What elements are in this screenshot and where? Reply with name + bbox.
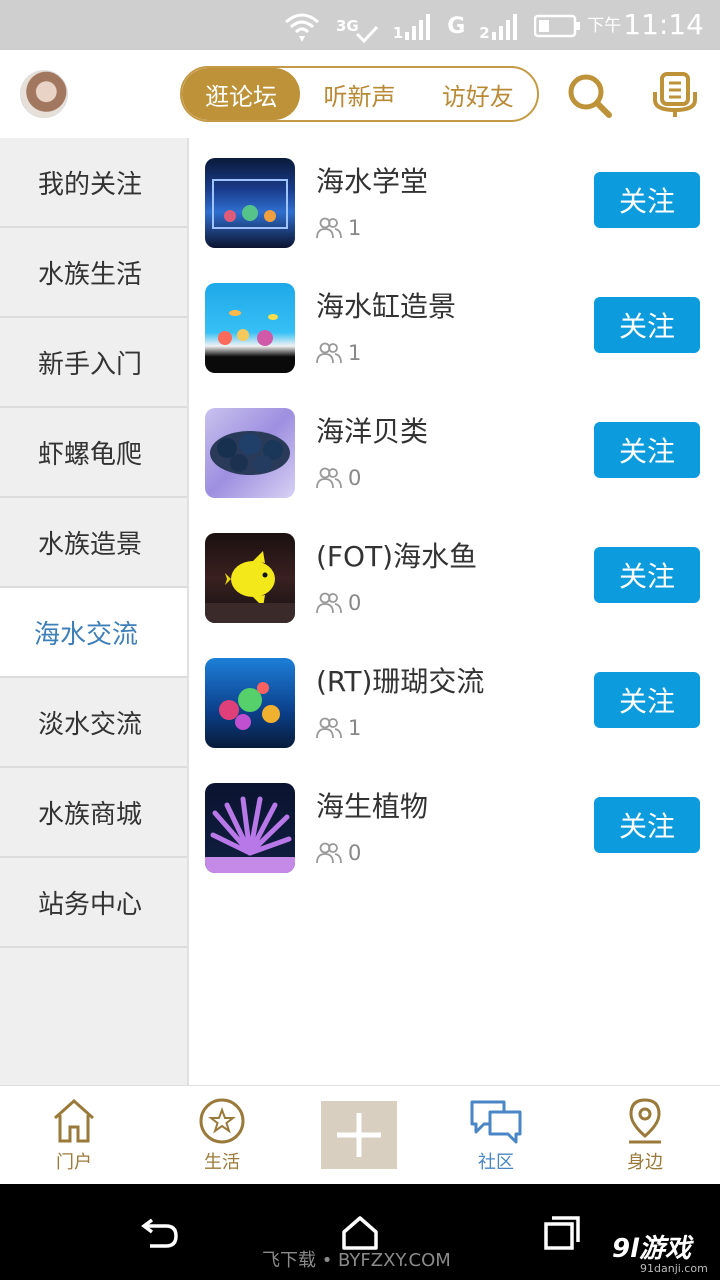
follower-count: 0 (316, 466, 361, 490)
avatar[interactable] (20, 70, 68, 118)
nav-item-portal[interactable]: 门户 (24, 1096, 124, 1174)
forum-name: (FOT)海水鱼 (316, 540, 478, 573)
segmented-tabs: 逛论坛 听新声 访好友 (180, 66, 539, 122)
follow-button[interactable]: 关注 (594, 547, 700, 603)
corner-logo-url: 91danji.com (640, 1262, 708, 1275)
watermark-text: 飞下载 • BYFZXY.COM (262, 1250, 451, 1271)
users-icon (316, 467, 342, 489)
tab-visit-friends[interactable]: 访好友 (419, 68, 537, 120)
sidebar-item-beginners[interactable]: 新手入门 (0, 318, 187, 408)
status-bar: 3G 1 G 2 下午11:14 (0, 0, 720, 50)
follower-count-value: 0 (348, 466, 362, 490)
list-item[interactable]: (RT)珊瑚交流 1 关注 (191, 638, 720, 763)
forum-name: 海水学堂 (316, 165, 429, 198)
tab-browse-forum[interactable]: 逛论坛 (182, 68, 301, 120)
forum-name: 海水缸造景 (316, 290, 457, 323)
check-icon (355, 25, 378, 44)
nav-label: 生活 (204, 1152, 240, 1173)
search-icon[interactable] (565, 70, 615, 120)
follow-button[interactable]: 关注 (594, 172, 700, 228)
sidebar-item-aquarium-life[interactable]: 水族生活 (0, 228, 187, 318)
follower-count: 0 (316, 841, 361, 865)
list-item[interactable]: 海水缸造景 1 关注 (191, 263, 720, 388)
follower-count-value: 1 (348, 716, 362, 740)
wifi-icon (285, 13, 319, 42)
forum-thumbnail (205, 533, 295, 623)
sidebar-item-store[interactable]: 水族商城 (0, 768, 187, 858)
follower-count-value: 0 (348, 841, 362, 865)
users-icon (316, 717, 342, 739)
follower-count-value: 1 (348, 341, 362, 365)
corner-logo: 9l游戏 (612, 1234, 692, 1264)
category-sidebar: 我的关注 水族生活 新手入门 虾螺龟爬 水族造景 海水交流 淡水交流 水族商城 … (0, 138, 189, 1085)
users-icon (316, 342, 342, 364)
status-icons: 3G 1 G 2 (282, 6, 582, 46)
follower-count: 1 (316, 341, 361, 365)
status-time: 下午11:14 (587, 8, 704, 41)
forum-name: 海洋贝类 (316, 415, 429, 448)
time-value: 11:14 (623, 8, 704, 41)
network-g-label: G (447, 13, 466, 39)
recent-apps-icon[interactable] (540, 1212, 584, 1252)
nav-item-nearby[interactable]: 身边 (595, 1096, 695, 1174)
star-icon (199, 1098, 245, 1144)
bottom-nav: 门户 生活 社区 身边 (0, 1085, 720, 1184)
sidebar-item-site-center[interactable]: 站务中心 (0, 858, 187, 948)
follower-count: 0 (316, 591, 361, 615)
follower-count-value: 1 (348, 216, 362, 240)
list-item[interactable]: 海洋贝类 0 关注 (191, 388, 720, 513)
forum-thumbnail (205, 158, 295, 248)
signal-1-label: 1 (392, 24, 404, 42)
nav-label: 门户 (56, 1152, 92, 1173)
forum-thumbnail (205, 408, 295, 498)
forum-name: 海生植物 (316, 790, 429, 823)
nav-label: 社区 (478, 1152, 514, 1173)
plus-icon (337, 1113, 381, 1157)
list-item[interactable]: 海生植物 0 关注 (191, 763, 720, 888)
nav-label: 身边 (627, 1152, 663, 1173)
follower-count-value: 0 (348, 591, 362, 615)
follow-button[interactable]: 关注 (594, 672, 700, 728)
sidebar-item-freshwater[interactable]: 淡水交流 (0, 678, 187, 768)
users-icon (316, 592, 342, 614)
forum-list: 海水学堂 1 关注 海水缸造景 1 关注 海洋贝类 0 关注 (FOT)海水鱼 … (191, 138, 720, 888)
location-pin-icon (629, 1098, 661, 1144)
list-item[interactable]: (FOT)海水鱼 0 关注 (191, 513, 720, 638)
users-icon (316, 217, 342, 239)
time-prefix: 下午 (587, 16, 622, 36)
follow-button[interactable]: 关注 (594, 422, 700, 478)
follower-count: 1 (316, 716, 361, 740)
sidebar-item-shrimp-snail-turtle[interactable]: 虾螺龟爬 (0, 408, 187, 498)
tab-listen-new[interactable]: 听新声 (300, 68, 418, 120)
battery-icon (533, 14, 580, 38)
list-item[interactable]: 海水学堂 1 关注 (191, 138, 720, 263)
sidebar-item-saltwater[interactable]: 海水交流 (0, 588, 187, 678)
forum-thumbnail (205, 283, 295, 373)
app-header: 逛论坛 听新声 访好友 (0, 50, 720, 138)
home-icon (53, 1098, 95, 1143)
nav-item-community[interactable]: 社区 (446, 1096, 546, 1174)
signal-2-label: 2 (479, 24, 490, 42)
follow-button[interactable]: 关注 (594, 797, 700, 853)
follow-button[interactable]: 关注 (594, 297, 700, 353)
add-post-button[interactable] (321, 1101, 397, 1169)
signal-bars-icon (491, 14, 517, 40)
microphone-icon[interactable] (650, 70, 700, 120)
sidebar-item-my-follows[interactable]: 我的关注 (0, 138, 187, 228)
sidebar-item-aquascaping[interactable]: 水族造景 (0, 498, 187, 588)
nav-item-life[interactable]: 生活 (172, 1096, 272, 1174)
back-icon[interactable] (138, 1212, 182, 1252)
signal-bars-icon (405, 14, 431, 40)
forum-thumbnail (205, 658, 295, 748)
forum-name: (RT)珊瑚交流 (316, 665, 485, 698)
follower-count: 1 (316, 216, 361, 240)
forum-thumbnail (205, 783, 295, 873)
chat-icon (470, 1100, 522, 1144)
users-icon (316, 842, 342, 864)
